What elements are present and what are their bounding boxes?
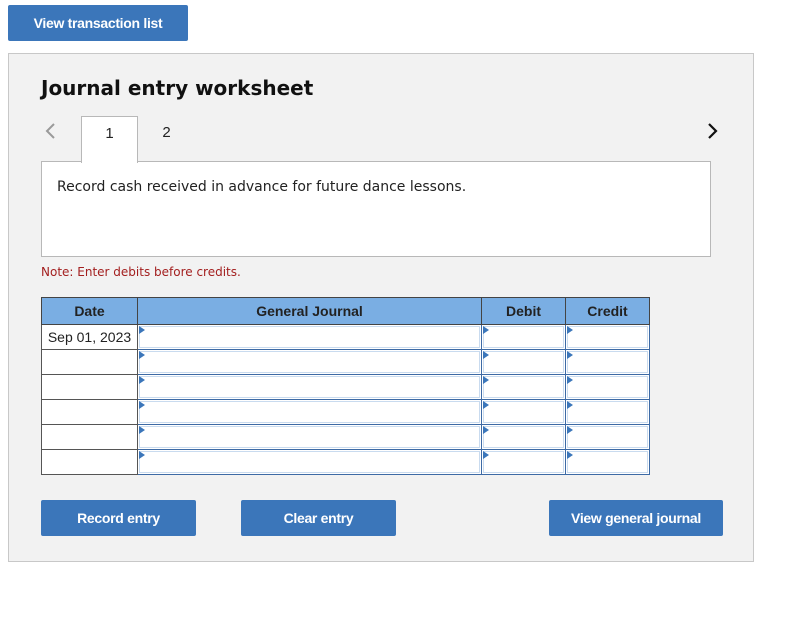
debit-input-cell[interactable] (481, 399, 566, 425)
date-cell (41, 349, 138, 375)
worksheet-title: Journal entry worksheet (41, 76, 314, 100)
debit-input[interactable] (483, 376, 564, 398)
debit-input[interactable] (483, 451, 564, 473)
transaction-description: Record cash received in advance for futu… (41, 161, 711, 257)
date-cell (41, 424, 138, 450)
date-cell (41, 374, 138, 400)
account-input[interactable] (139, 351, 480, 373)
dropdown-flag-icon (139, 451, 145, 459)
credit-input-cell[interactable] (565, 324, 650, 350)
journal-row (41, 349, 650, 375)
date-cell (41, 399, 138, 425)
credit-input[interactable] (567, 376, 648, 398)
dropdown-flag-icon (139, 426, 145, 434)
debit-input-cell[interactable] (481, 349, 566, 375)
header-general-journal: General Journal (137, 297, 482, 325)
debit-input[interactable] (483, 401, 564, 423)
journal-row (41, 374, 650, 400)
description-text: Record cash received in advance for futu… (57, 179, 467, 195)
dropdown-flag-icon (567, 451, 573, 459)
journal-entry-worksheet-panel: Journal entry worksheet 1 2 Record cash … (8, 53, 754, 562)
dropdown-flag-icon (139, 376, 145, 384)
debit-input-cell[interactable] (481, 324, 566, 350)
credit-input-cell[interactable] (565, 349, 650, 375)
record-entry-button[interactable]: Record entry (41, 500, 196, 536)
journal-row (41, 424, 650, 450)
dropdown-flag-icon (483, 351, 489, 359)
journal-table: Date General Journal Debit Credit Sep 01… (41, 297, 650, 475)
dropdown-flag-icon (139, 351, 145, 359)
credit-input[interactable] (567, 426, 648, 448)
view-general-journal-button[interactable]: View general journal (549, 500, 723, 536)
dropdown-flag-icon (567, 426, 573, 434)
credit-input-cell[interactable] (565, 424, 650, 450)
account-input[interactable] (139, 376, 480, 398)
dropdown-flag-icon (567, 326, 573, 334)
account-input-cell[interactable] (137, 374, 482, 400)
journal-row (41, 449, 650, 475)
account-input[interactable] (139, 326, 480, 348)
account-input[interactable] (139, 401, 480, 423)
debit-input[interactable] (483, 426, 564, 448)
header-debit: Debit (481, 297, 566, 325)
journal-row: Sep 01, 2023 (41, 324, 650, 350)
account-input[interactable] (139, 426, 480, 448)
account-input[interactable] (139, 451, 480, 473)
debit-input-cell[interactable] (481, 424, 566, 450)
credit-input-cell[interactable] (565, 399, 650, 425)
dropdown-flag-icon (483, 401, 489, 409)
dropdown-flag-icon (483, 326, 489, 334)
dropdown-flag-icon (567, 376, 573, 384)
account-input-cell[interactable] (137, 449, 482, 475)
account-input-cell[interactable] (137, 424, 482, 450)
header-date: Date (41, 297, 138, 325)
dropdown-flag-icon (483, 451, 489, 459)
credit-input[interactable] (567, 401, 648, 423)
dropdown-flag-icon (567, 351, 573, 359)
tab-1[interactable]: 1 (81, 116, 138, 163)
credit-input-cell[interactable] (565, 449, 650, 475)
account-input-cell[interactable] (137, 324, 482, 350)
debit-input-cell[interactable] (481, 374, 566, 400)
chevron-right-icon[interactable] (704, 120, 720, 142)
note-text: Note: Enter debits before credits. (41, 265, 241, 279)
account-input-cell[interactable] (137, 399, 482, 425)
debit-input[interactable] (483, 351, 564, 373)
credit-input[interactable] (567, 451, 648, 473)
dropdown-flag-icon (483, 426, 489, 434)
dropdown-flag-icon (139, 401, 145, 409)
credit-input-cell[interactable] (565, 374, 650, 400)
debit-input[interactable] (483, 326, 564, 348)
dropdown-flag-icon (567, 401, 573, 409)
debit-input-cell[interactable] (481, 449, 566, 475)
header-credit: Credit (565, 297, 650, 325)
dropdown-flag-icon (139, 326, 145, 334)
account-input-cell[interactable] (137, 349, 482, 375)
journal-row (41, 399, 650, 425)
clear-entry-button[interactable]: Clear entry (241, 500, 396, 536)
date-cell (41, 449, 138, 475)
credit-input[interactable] (567, 351, 648, 373)
tab-2[interactable]: 2 (138, 116, 195, 162)
dropdown-flag-icon (483, 376, 489, 384)
view-transaction-list-button[interactable]: View transaction list (8, 5, 188, 41)
credit-input[interactable] (567, 326, 648, 348)
date-cell: Sep 01, 2023 (41, 324, 138, 350)
chevron-left-icon[interactable] (43, 120, 59, 142)
